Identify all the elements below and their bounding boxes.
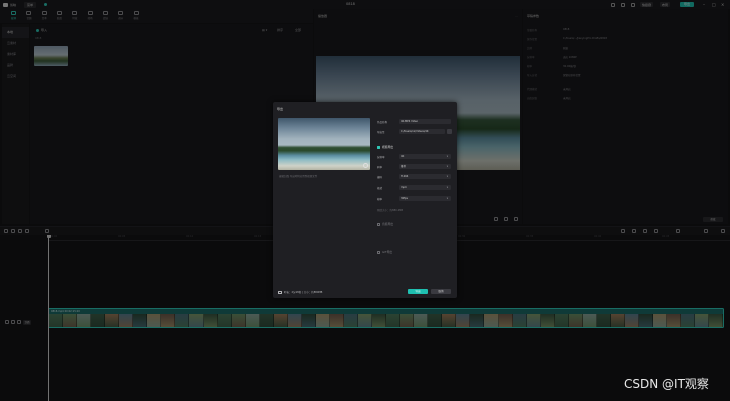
name-field: 作品名称 4K.MP4 Video <box>377 119 453 125</box>
film-icon <box>278 290 282 294</box>
resolution-field: 分辨率 4K ▾ <box>377 154 453 160</box>
checkbox-icon <box>377 145 380 149</box>
dialog-title: 导出 <box>277 107 284 111</box>
section-label: GIF导出 <box>382 250 393 254</box>
format-select[interactable]: mp4 ▾ <box>399 185 451 190</box>
bitrate-field: 码率 推荐 ▾ <box>377 164 453 170</box>
select-value: mp4 <box>401 186 407 189</box>
field-label: 码率 <box>377 166 383 169</box>
cancel-button[interactable]: 取消 <box>431 289 451 294</box>
audio-export-toggle[interactable]: 音频导出 <box>377 222 393 226</box>
path-input[interactable]: C:/Users/xx/Videos/4K <box>399 129 445 134</box>
section-label: 音频导出 <box>382 222 394 226</box>
fps-field: 帧率 30fps ▾ <box>377 196 453 202</box>
select-value: 30fps <box>401 197 408 200</box>
codec-field: 编码 H.264 ▾ <box>377 174 453 180</box>
chevron-down-icon: ▾ <box>446 155 448 158</box>
format-field: 格式 mp4 ▾ <box>377 185 453 191</box>
app-window: 剪映 菜单 0818 快捷键 布局 导出 – □ × 媒体 音频 文本 贴纸 特… <box>0 0 730 401</box>
chevron-down-icon: ▾ <box>446 186 448 189</box>
video-export-toggle[interactable]: 视频导出 <box>377 145 393 149</box>
export-cover-image[interactable] <box>278 118 370 170</box>
chevron-down-icon: ▾ <box>446 175 448 178</box>
select-value: H.264 <box>401 175 409 178</box>
bitrate-select[interactable]: 推荐 ▾ <box>399 164 451 169</box>
field-label: 格式 <box>377 187 383 190</box>
estimated-size: 预估大小：约880.2MB <box>377 209 404 212</box>
field-label: 作品名称 <box>377 121 388 124</box>
checkbox-icon <box>377 222 380 226</box>
checkbox-icon <box>377 250 380 254</box>
section-label: 视频导出 <box>382 145 394 149</box>
field-label: 编码 <box>377 176 383 179</box>
chevron-down-icon: ▾ <box>446 165 448 168</box>
name-input[interactable]: 4K.MP4 Video <box>399 119 451 124</box>
cover-note: 编辑封面 导出时将应用到视频文件 <box>279 175 318 178</box>
codec-select[interactable]: H.264 ▾ <box>399 174 451 179</box>
field-label: 帧率 <box>377 198 383 201</box>
field-label: 导出至 <box>377 131 385 134</box>
select-value: 推荐 <box>401 165 407 168</box>
path-field: 导出至 C:/Users/xx/Videos/4K <box>377 129 453 135</box>
export-button[interactable]: 导出 <box>408 289 428 294</box>
edit-cover-icon[interactable] <box>363 163 368 168</box>
gif-export-toggle[interactable]: GIF导出 <box>377 250 392 254</box>
folder-icon[interactable] <box>447 129 452 134</box>
export-dialog: 导出 编辑封面 导出时将应用到视频文件 作品名称 4K.MP4 Video 导出… <box>273 102 457 298</box>
watermark-text: CSDN @IT观察 <box>624 377 709 391</box>
fps-select[interactable]: 30fps ▾ <box>399 196 451 201</box>
chevron-down-icon: ▾ <box>446 197 448 200</box>
export-summary: 时长：2分18秒 | 大小：约880MB <box>278 290 322 294</box>
select-value: 4K <box>401 155 405 158</box>
field-label: 分辨率 <box>377 156 385 159</box>
resolution-select[interactable]: 4K ▾ <box>399 154 451 159</box>
summary-text: 时长：2分18秒 | 大小：约880MB <box>284 291 323 294</box>
